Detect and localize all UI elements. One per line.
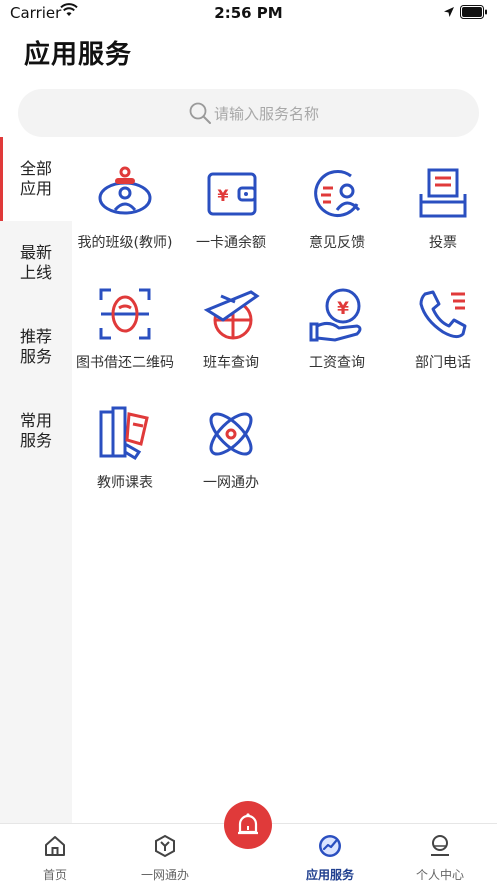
service-label: 我的班级(教师) bbox=[77, 235, 173, 251]
service-teacher-schedule[interactable]: 教师课表 bbox=[72, 404, 178, 514]
service-card-balance[interactable]: ¥ 一卡通余额 bbox=[178, 164, 284, 274]
service-salary-query[interactable]: ¥ 工资查询 bbox=[284, 284, 390, 394]
hex-y-icon bbox=[155, 834, 175, 858]
books-icon bbox=[99, 406, 149, 461]
service-label: 教师课表 bbox=[97, 475, 153, 491]
bell-icon bbox=[238, 813, 258, 835]
category-sidebar: 全部应用 最新上线 推荐服务 常用服务 bbox=[0, 137, 72, 823]
service-bus-query[interactable]: 班车查询 bbox=[178, 284, 284, 394]
svg-text:¥: ¥ bbox=[217, 186, 228, 205]
sidebar-item-label: 常用服务 bbox=[19, 411, 52, 450]
sidebar-item-new[interactable]: 最新上线 bbox=[0, 221, 72, 305]
service-label: 意见反馈 bbox=[309, 235, 365, 251]
class-icon bbox=[98, 166, 152, 215]
service-label: 部门电话 bbox=[415, 355, 471, 371]
sidebar-item-frequent[interactable]: 常用服务 bbox=[0, 389, 72, 473]
sidebar-item-recommended[interactable]: 推荐服务 bbox=[0, 305, 72, 389]
clock: 2:56 PM bbox=[214, 4, 283, 22]
search-icon bbox=[189, 102, 211, 124]
page-title: 应用服务 bbox=[24, 40, 133, 70]
sidebar-item-label: 最新上线 bbox=[19, 243, 52, 282]
vote-box-icon bbox=[419, 168, 467, 218]
service-feedback[interactable]: 意见反馈 bbox=[284, 164, 390, 274]
service-label: 班车查询 bbox=[203, 355, 259, 371]
service-label: 一卡通余额 bbox=[196, 235, 266, 251]
orbit-icon bbox=[209, 412, 253, 456]
svg-text:¥: ¥ bbox=[337, 299, 349, 319]
tab-label: 应用服务 bbox=[305, 868, 354, 882]
service-vote[interactable]: 投票 bbox=[390, 164, 496, 274]
tab-label: 首页 bbox=[42, 868, 67, 882]
center-action-button[interactable] bbox=[224, 801, 272, 849]
search-input[interactable]: 请输入服务名称 bbox=[18, 89, 479, 137]
battery-icon bbox=[460, 5, 487, 19]
feedback-icon bbox=[314, 170, 361, 217]
service-label: 投票 bbox=[429, 235, 457, 251]
service-library-qr[interactable]: 图书借还二维码 bbox=[72, 284, 178, 394]
service-dept-phone[interactable]: 部门电话 bbox=[390, 284, 496, 394]
tab-personal[interactable]: 个人中心 bbox=[390, 824, 490, 883]
chart-circle-icon bbox=[319, 835, 341, 857]
salary-hand-icon: ¥ bbox=[309, 288, 362, 342]
service-label: 图书借还二维码 bbox=[76, 355, 174, 371]
sidebar-item-label: 推荐服务 bbox=[19, 327, 52, 366]
airplane-globe-icon bbox=[203, 290, 260, 340]
tab-label: 一网通办 bbox=[140, 868, 189, 882]
service-label: 工资查询 bbox=[309, 355, 365, 371]
wallet-icon: ¥ bbox=[207, 172, 257, 216]
tab-app-services[interactable]: 应用服务 bbox=[280, 824, 380, 883]
tab-one-stop[interactable]: 一网通办 bbox=[115, 824, 215, 883]
home-icon bbox=[45, 836, 65, 856]
sidebar-item-all[interactable]: 全部应用 bbox=[0, 137, 72, 221]
location-arrow-icon bbox=[444, 7, 454, 17]
service-my-class[interactable]: 我的班级(教师) bbox=[72, 164, 178, 274]
sidebar-item-label: 全部应用 bbox=[19, 159, 52, 198]
phone-icon bbox=[419, 290, 467, 339]
search-placeholder: 请输入服务名称 bbox=[214, 105, 320, 123]
tab-home[interactable]: 首页 bbox=[5, 824, 105, 883]
status-bar: Carrier 2:56 PM bbox=[0, 0, 497, 26]
service-one-stop[interactable]: 一网通办 bbox=[178, 404, 284, 514]
service-label: 一网通办 bbox=[203, 475, 259, 491]
active-indicator bbox=[0, 137, 3, 221]
tab-label: 个人中心 bbox=[415, 868, 464, 882]
face-scan-icon bbox=[99, 288, 151, 340]
person-icon bbox=[431, 835, 449, 856]
